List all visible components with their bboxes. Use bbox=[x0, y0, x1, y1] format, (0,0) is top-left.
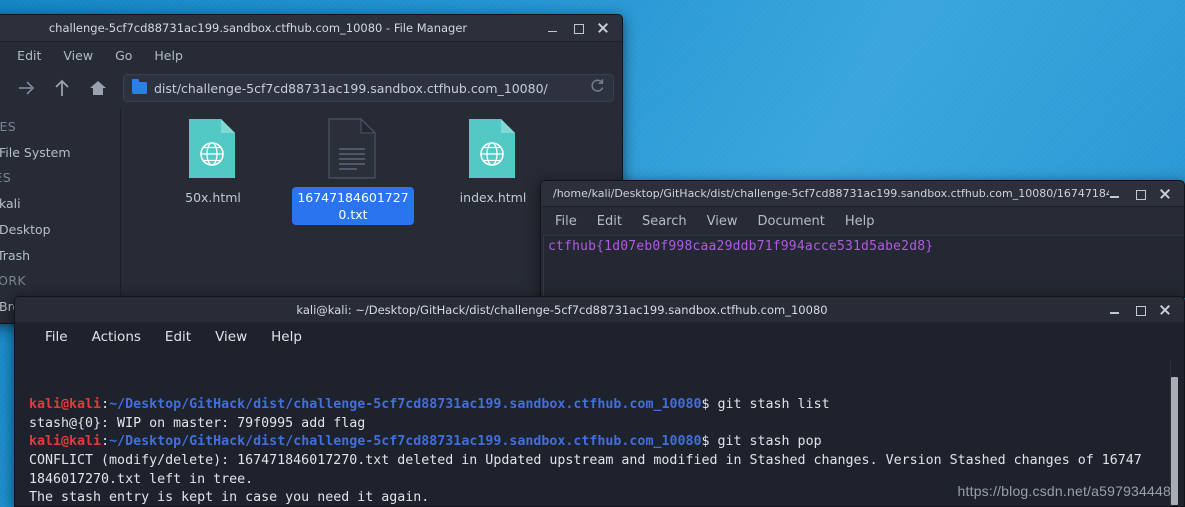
file-manager-menubar[interactable]: le Edit View Go Help bbox=[0, 42, 622, 68]
prompt-user: kali@kali bbox=[29, 397, 102, 413]
terminal-window[interactable]: kali@kali: ~/Desktop/GitHack/dist/challe… bbox=[14, 296, 1185, 507]
minimize-button[interactable] bbox=[1109, 188, 1121, 200]
file-manager-sidebar[interactable]: EVICES File System LACES kali Desktop Tr… bbox=[0, 108, 121, 323]
sidebar-header-network: ETWORK bbox=[0, 273, 27, 288]
terminal-output-text: CONFLICT (modify/delete): 16747184601727… bbox=[29, 452, 1142, 468]
editor-content-line: ctfhub{1d07eb0f998caa29ddb71f994acce531d… bbox=[548, 239, 934, 254]
sidebar-item-kali[interactable]: kali bbox=[0, 190, 120, 216]
prompt-colon: : bbox=[101, 434, 110, 450]
terminal-line: stash@{0}: WIP on master: 79f0995 add fl… bbox=[29, 415, 1184, 434]
terminal-line: kali@kali:~/Desktop/GitHack/dist/challen… bbox=[29, 433, 1184, 452]
file-label: 50x.html bbox=[185, 190, 241, 205]
prompt-dollar: $ bbox=[701, 397, 710, 413]
terminal-scrollbar-thumb[interactable] bbox=[1171, 377, 1178, 505]
close-button[interactable] bbox=[597, 22, 609, 34]
terminal-titlebar[interactable]: kali@kali: ~/Desktop/GitHack/dist/challe… bbox=[15, 297, 1184, 323]
terminal-output: kali@kali:~/Desktop/GitHack/dist/challen… bbox=[29, 396, 1184, 506]
terminal-title: kali@kali: ~/Desktop/GitHack/dist/challe… bbox=[296, 302, 828, 317]
menu-item-search[interactable]: Search bbox=[632, 211, 697, 232]
sidebar-item-file-system[interactable]: File System bbox=[0, 139, 120, 165]
maximize-button[interactable] bbox=[1134, 188, 1146, 200]
close-button[interactable] bbox=[1159, 188, 1171, 200]
text-editor-window-buttons bbox=[1109, 188, 1184, 200]
file-label: index.html bbox=[459, 190, 527, 205]
menu-item-document[interactable]: Document bbox=[747, 211, 834, 232]
prompt-path: ~/Desktop/GitHack/dist/challenge-5cf7cd8… bbox=[109, 397, 702, 413]
menu-item-actions[interactable]: Actions bbox=[80, 326, 153, 348]
text-file-icon bbox=[327, 118, 379, 180]
menu-item-go[interactable]: Go bbox=[104, 45, 143, 66]
terminal-line: 1846017270.txt left in tree. bbox=[29, 471, 1184, 490]
menu-item-edit[interactable]: Edit bbox=[6, 45, 52, 66]
terminal-output-text: The stash entry is kept in case you need… bbox=[29, 490, 430, 506]
terminal-line: kali@kali:~/Desktop/GitHack/dist/challen… bbox=[29, 396, 1184, 415]
arrow-left-icon[interactable] bbox=[0, 73, 7, 103]
terminal-line: The stash entry is kept in case you need… bbox=[29, 489, 1184, 506]
menu-item-view[interactable]: View bbox=[697, 211, 748, 232]
file-manager-toolbar[interactable]: dist/challenge-5cf7cd88731ac199.sandbox.… bbox=[0, 68, 622, 108]
text-editor-menubar[interactable]: File Edit Search View Document Help bbox=[541, 207, 1184, 235]
sidebar-item-label: File System bbox=[0, 144, 71, 160]
maximize-button[interactable] bbox=[1134, 304, 1146, 316]
menu-item-view[interactable]: View bbox=[52, 45, 104, 66]
path-text: dist/challenge-5cf7cd88731ac199.sandbox.… bbox=[154, 80, 548, 96]
home-icon[interactable] bbox=[81, 73, 115, 103]
file-item-167471846017270-txt[interactable]: 167471846017270.txt bbox=[283, 118, 423, 225]
terminal-window-buttons bbox=[1109, 304, 1184, 316]
terminal-menubar[interactable]: File Actions Edit View Help bbox=[15, 323, 1184, 351]
terminal-screen[interactable]: kali@kali:~/Desktop/GitHack/dist/challen… bbox=[15, 351, 1184, 506]
maximize-button[interactable] bbox=[572, 22, 584, 34]
minimize-button[interactable] bbox=[1109, 304, 1121, 316]
sidebar-item-label: kali bbox=[0, 195, 21, 211]
menu-item-file[interactable]: File bbox=[545, 211, 587, 232]
terminal-command: git stash pop bbox=[709, 434, 822, 450]
menu-item-file[interactable]: File bbox=[33, 326, 80, 348]
terminal-command: git stash list bbox=[709, 397, 830, 413]
prompt-user: kali@kali bbox=[29, 434, 102, 450]
file-manager-body: EVICES File System LACES kali Desktop Tr… bbox=[0, 108, 622, 323]
arrow-up-icon[interactable] bbox=[45, 73, 79, 103]
file-manager-window-buttons bbox=[547, 22, 622, 34]
menu-item-edit[interactable]: Edit bbox=[153, 326, 203, 348]
menu-item-view[interactable]: View bbox=[203, 326, 259, 348]
prompt-path: ~/Desktop/GitHack/dist/challenge-5cf7cd8… bbox=[109, 434, 702, 450]
close-button[interactable] bbox=[1159, 304, 1171, 316]
minimize-button[interactable] bbox=[547, 22, 559, 34]
terminal-line: CONFLICT (modify/delete): 16747184601727… bbox=[29, 452, 1184, 471]
text-editor-text-area[interactable]: ctfhub{1d07eb0f998caa29ddb71f994acce531d… bbox=[543, 235, 1184, 297]
prompt-colon: : bbox=[101, 397, 110, 413]
arrow-right-icon[interactable] bbox=[9, 73, 43, 103]
html-file-icon bbox=[187, 118, 239, 180]
prompt-dollar: $ bbox=[701, 434, 710, 450]
html-file-icon bbox=[467, 118, 519, 180]
terminal-output-text: stash@{0}: WIP on master: 79f0995 add fl… bbox=[29, 415, 366, 431]
sidebar-item-trash[interactable]: Trash bbox=[0, 242, 120, 268]
screen: challenge-5cf7cd88731ac199.sandbox.ctfhu… bbox=[0, 0, 1185, 507]
terminal-scrollbar[interactable] bbox=[1170, 361, 1178, 506]
file-manager-titlebar[interactable]: challenge-5cf7cd88731ac199.sandbox.ctfhu… bbox=[0, 15, 622, 42]
reload-icon[interactable] bbox=[589, 78, 605, 98]
terminal-output-text: 1846017270.txt left in tree. bbox=[29, 471, 254, 487]
sidebar-item-label: Desktop bbox=[0, 221, 51, 237]
file-label: 167471846017270.txt bbox=[292, 187, 414, 225]
sidebar-header-devices: EVICES bbox=[0, 119, 17, 134]
text-editor-titlebar[interactable]: /home/kali/Desktop/GitHack/dist/challeng… bbox=[541, 181, 1184, 207]
menu-item-help[interactable]: Help bbox=[835, 211, 885, 232]
menu-item-help[interactable]: Help bbox=[143, 45, 194, 66]
menu-item-help[interactable]: Help bbox=[259, 326, 314, 348]
sidebar-item-desktop[interactable]: Desktop bbox=[0, 216, 120, 242]
file-manager-title: challenge-5cf7cd88731ac199.sandbox.ctfhu… bbox=[48, 21, 468, 35]
menu-item-edit[interactable]: Edit bbox=[587, 211, 632, 232]
sidebar-item-label: Trash bbox=[0, 247, 31, 263]
sidebar-header-places: LACES bbox=[0, 170, 12, 185]
text-editor-title: /home/kali/Desktop/GitHack/dist/challeng… bbox=[553, 187, 1109, 200]
path-bar[interactable]: dist/challenge-5cf7cd88731ac199.sandbox.… bbox=[123, 74, 614, 102]
folder-icon bbox=[132, 79, 147, 94]
text-editor-window[interactable]: /home/kali/Desktop/GitHack/dist/challeng… bbox=[540, 180, 1185, 298]
file-item-50x-html[interactable]: 50x.html bbox=[143, 118, 283, 208]
file-manager-window[interactable]: challenge-5cf7cd88731ac199.sandbox.ctfhu… bbox=[0, 14, 623, 324]
